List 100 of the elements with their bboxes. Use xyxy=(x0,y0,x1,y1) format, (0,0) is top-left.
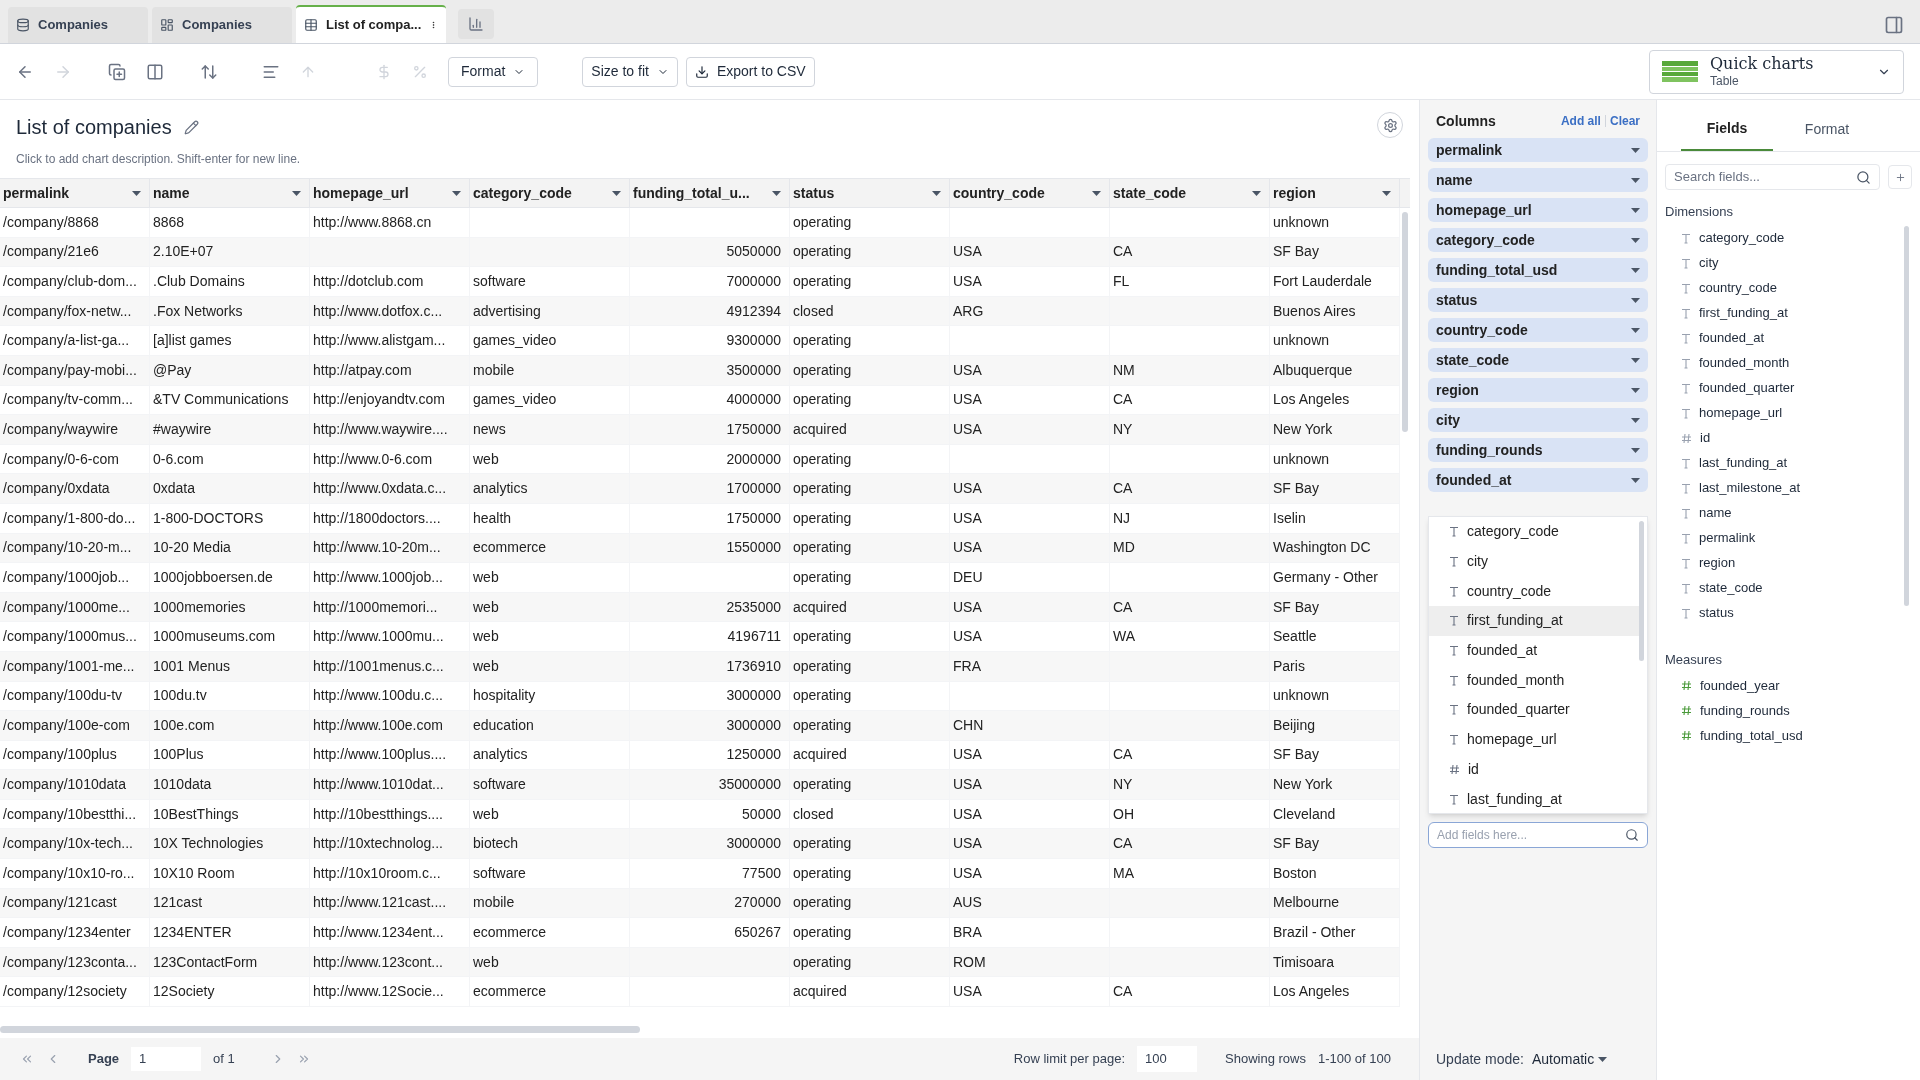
dropdown-option[interactable]: founded_at xyxy=(1429,635,1639,666)
column-chip[interactable]: founded_at xyxy=(1428,468,1648,492)
field-item[interactable]: funding_total_usd xyxy=(1665,723,1912,748)
vertical-scrollbar[interactable] xyxy=(1904,225,1909,606)
column-chip[interactable]: state_code xyxy=(1428,348,1648,372)
currency-icon[interactable] xyxy=(376,63,392,80)
field-item[interactable]: founded_year xyxy=(1665,673,1912,698)
field-item[interactable]: country_code xyxy=(1665,275,1904,301)
column-header[interactable]: homepage_url xyxy=(310,179,470,207)
field-item[interactable]: region xyxy=(1665,550,1904,576)
table-cell-text: 1250000 xyxy=(726,745,781,765)
dropdown-option[interactable]: category_code xyxy=(1429,517,1639,547)
field-item[interactable]: state_code xyxy=(1665,575,1904,601)
new-chart-button[interactable] xyxy=(458,9,494,39)
table-cell-text: http://10x10room.c... xyxy=(313,863,441,883)
document-tab[interactable]: Companies xyxy=(8,7,148,43)
columns-icon[interactable] xyxy=(146,62,164,81)
text-type-icon xyxy=(1681,607,1691,619)
row-limit-input[interactable]: 100 xyxy=(1137,1046,1198,1072)
field-item[interactable]: first_funding_at xyxy=(1665,300,1904,326)
clear-link[interactable]: Clear xyxy=(1609,112,1640,130)
dropdown-option[interactable]: id xyxy=(1429,754,1639,785)
edit-icon[interactable] xyxy=(183,119,199,135)
field-item[interactable]: founded_at xyxy=(1665,325,1904,351)
column-chip[interactable]: city xyxy=(1428,408,1648,432)
table-cell-text: operating xyxy=(793,508,852,528)
horizontal-scrollbar[interactable] xyxy=(0,1025,640,1033)
column-chip[interactable]: category_code xyxy=(1428,228,1648,252)
download-icon xyxy=(694,64,709,79)
field-item[interactable]: last_funding_at xyxy=(1665,450,1904,476)
table-cell-text: operating xyxy=(793,923,852,943)
table-cell-text: operating xyxy=(793,893,852,913)
duplicate-icon[interactable] xyxy=(108,62,126,81)
panel-tab[interactable]: Format xyxy=(1781,107,1873,151)
dropdown-option[interactable]: founded_month xyxy=(1429,665,1639,696)
document-tab[interactable]: List of compa... xyxy=(296,5,446,43)
column-chip[interactable]: name xyxy=(1428,168,1648,192)
first-page-icon[interactable] xyxy=(20,1052,34,1066)
size-to-fit-button[interactable]: Size to fit xyxy=(582,56,678,87)
export-csv-button[interactable]: Export to CSV xyxy=(685,56,815,87)
quick-charts-selector[interactable]: Quick charts Table xyxy=(1649,49,1904,94)
field-item[interactable]: homepage_url xyxy=(1665,400,1904,426)
column-chip[interactable]: homepage_url xyxy=(1428,198,1648,222)
field-item[interactable]: category_code xyxy=(1665,225,1904,251)
field-item[interactable]: founded_quarter xyxy=(1665,375,1904,401)
field-item[interactable]: founded_month xyxy=(1665,350,1904,376)
column-header[interactable]: permalink xyxy=(0,179,150,207)
table-cell-text: operating xyxy=(793,715,852,735)
caret-icon xyxy=(1631,147,1640,153)
table-cell-text: CA xyxy=(1113,982,1133,1002)
column-chip[interactable]: funding_total_usd xyxy=(1428,258,1648,282)
column-chip[interactable]: region xyxy=(1428,378,1648,402)
table-cell-text: http://www.1010dat... xyxy=(313,775,444,795)
table-cell-text: http://www.0xdata.c... xyxy=(313,479,447,499)
field-item[interactable]: permalink xyxy=(1665,525,1904,551)
field-item[interactable]: funding_rounds xyxy=(1665,698,1912,723)
columns-title: Columns xyxy=(1436,111,1496,131)
field-item[interactable]: id xyxy=(1665,425,1904,451)
dropdown-option[interactable]: country_code xyxy=(1429,576,1639,607)
column-chip[interactable]: permalink xyxy=(1428,138,1648,162)
description-placeholder[interactable]: Click to add chart description. Shift-enter for new line. xyxy=(16,150,301,168)
column-header[interactable]: category_code xyxy=(470,179,630,207)
table-cell-text: analytics xyxy=(473,745,528,765)
page-input[interactable]: 1 xyxy=(131,1047,202,1071)
column-header[interactable]: name xyxy=(150,179,310,207)
percent-icon[interactable] xyxy=(412,63,428,80)
column-header[interactable]: state_code xyxy=(1110,179,1270,207)
table-cell-text: CA xyxy=(1113,745,1133,765)
document-tab[interactable]: Companies xyxy=(152,7,292,43)
dropdown-option[interactable]: last_funding_at xyxy=(1429,784,1639,813)
column-chip[interactable]: status xyxy=(1428,288,1648,312)
vertical-scrollbar[interactable] xyxy=(1402,212,1408,432)
column-header[interactable]: status xyxy=(790,179,950,207)
hash-icon xyxy=(1449,763,1460,775)
column-header[interactable]: country_code xyxy=(950,179,1110,207)
formula-button[interactable] xyxy=(1888,165,1912,189)
vertical-scrollbar[interactable] xyxy=(1639,521,1644,661)
dropdown-option[interactable]: city xyxy=(1429,546,1639,577)
sort-icon[interactable] xyxy=(200,62,218,81)
field-item[interactable]: name xyxy=(1665,500,1904,526)
chart-title[interactable]: List of companies xyxy=(16,112,172,142)
search-fields-input[interactable]: Search fields... xyxy=(1665,164,1880,190)
dropdown-option[interactable]: founded_quarter xyxy=(1429,695,1639,725)
field-item[interactable]: status xyxy=(1665,600,1904,626)
table-cell-text: /company/21e6 xyxy=(3,242,99,262)
field-item[interactable]: last_milestone_at xyxy=(1665,475,1904,501)
column-header[interactable]: funding_total_u... xyxy=(630,179,790,207)
add-all-link[interactable]: Add all xyxy=(1560,112,1601,130)
dropdown-option[interactable]: homepage_url xyxy=(1429,724,1639,755)
dropdown-option[interactable]: first_funding_at xyxy=(1429,606,1639,636)
table-cell-text: WA xyxy=(1113,627,1136,647)
field-item[interactable]: city xyxy=(1665,250,1904,276)
panel-tab[interactable]: Fields xyxy=(1681,107,1773,151)
update-mode-dropdown[interactable]: Automatic xyxy=(1531,1048,1608,1070)
table-cell-text: 2000000 xyxy=(726,449,781,469)
column-chip[interactable]: country_code xyxy=(1428,318,1648,342)
column-chip[interactable]: funding_rounds xyxy=(1428,438,1648,462)
column-header[interactable]: region xyxy=(1270,179,1400,207)
format-button[interactable]: Format xyxy=(448,56,539,87)
panel-toggle-icon[interactable] xyxy=(1884,15,1904,35)
